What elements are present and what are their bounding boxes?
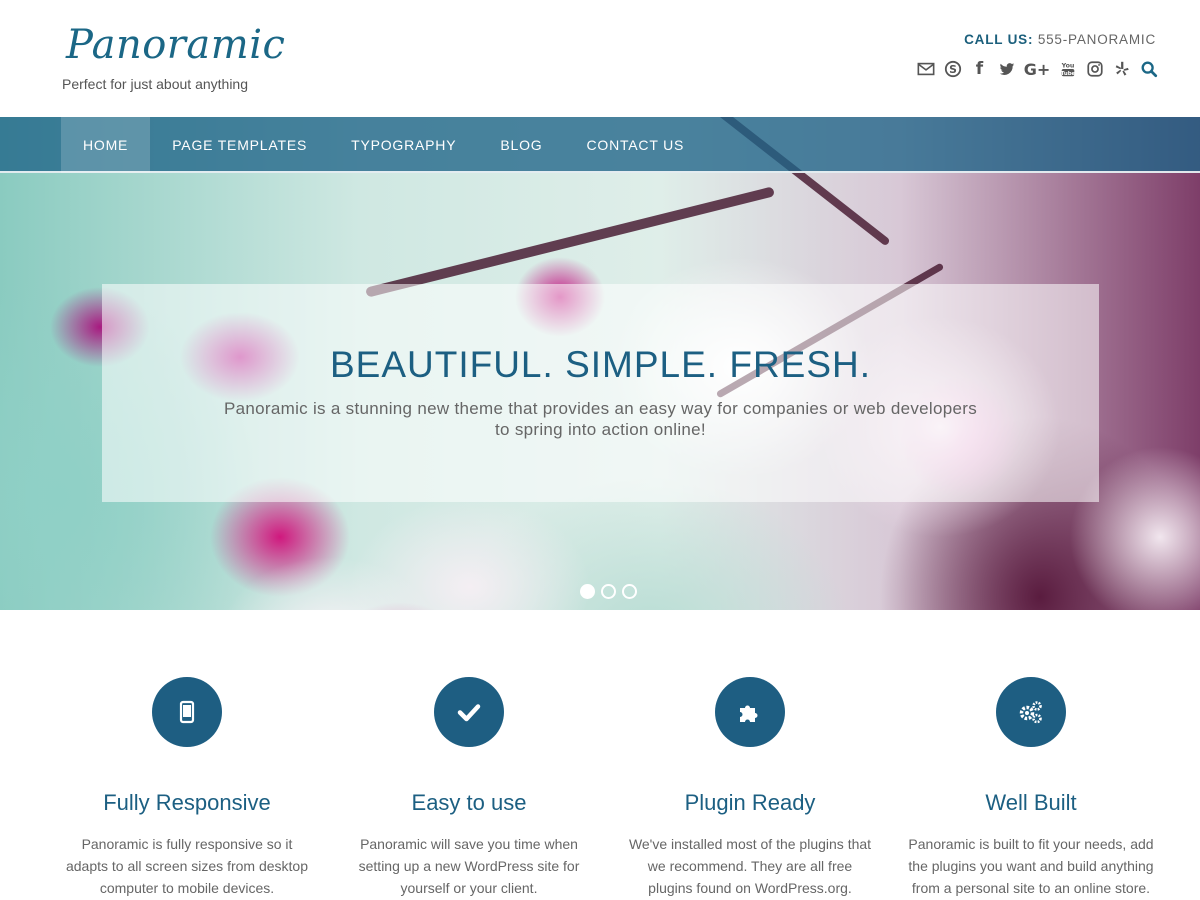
feature-title: Fully Responsive xyxy=(103,790,271,815)
slider-pagination xyxy=(580,584,637,599)
slider-dot-3[interactable] xyxy=(622,584,637,599)
call-us-label: CALL US: xyxy=(964,32,1034,47)
skype-icon[interactable]: S xyxy=(943,58,962,80)
nav-item-contact-us[interactable]: CONTACT US xyxy=(564,117,706,173)
svg-text:You: You xyxy=(1060,63,1074,70)
search-icon[interactable] xyxy=(1139,58,1158,80)
site-logo[interactable]: Panoramic xyxy=(66,22,285,68)
branch-decoration xyxy=(365,186,775,298)
nav-item-page-templates[interactable]: PAGE TEMPLATES xyxy=(150,117,329,173)
feature-icon-circle xyxy=(152,677,222,747)
feature-text: Panoramic is built to fit your needs, ad… xyxy=(908,836,1154,896)
social-links: S f G+ You Tube xyxy=(916,58,1158,80)
nav-item-typography[interactable]: TYPOGRAPHY xyxy=(329,117,478,173)
google-plus-icon[interactable]: G+ xyxy=(1024,58,1051,80)
feature-title: Easy to use xyxy=(411,790,527,815)
feature-title: Well Built xyxy=(985,790,1077,815)
feature-title: Plugin Ready xyxy=(684,790,816,815)
feature-text: We've installed most of the plugins that… xyxy=(628,836,872,896)
feature-icon-circle xyxy=(715,677,785,747)
nav-item-home[interactable]: HOME xyxy=(61,117,151,173)
feature-icon-circle xyxy=(996,677,1066,747)
main-navigation: HOME PAGE TEMPLATES TYPOGRAPHY BLOG CONT… xyxy=(0,117,1200,173)
slide-caption: BEAUTIFUL. SIMPLE. FRESH. Panoramic is a… xyxy=(102,284,1099,502)
yelp-icon[interactable] xyxy=(1112,58,1131,80)
slider-dot-2[interactable] xyxy=(601,584,616,599)
feature-icon-circle xyxy=(434,677,504,747)
call-us-number: 555-PANORAMIC xyxy=(1037,32,1156,47)
svg-text:S: S xyxy=(949,63,957,76)
site-tagline: Perfect for just about anything xyxy=(62,76,248,92)
youtube-icon[interactable]: You Tube xyxy=(1058,58,1077,80)
feature-text: Panoramic will save you time when settin… xyxy=(358,836,580,896)
slider-dot-1[interactable] xyxy=(580,584,595,599)
site-header: Panoramic Perfect for just about anythin… xyxy=(0,0,1200,117)
twitter-icon[interactable] xyxy=(997,58,1016,80)
nav-item-blog[interactable]: BLOG xyxy=(478,117,564,173)
puzzle-icon xyxy=(740,705,758,722)
feature-text: Panoramic is fully responsive so it adap… xyxy=(65,836,308,896)
instagram-icon[interactable] xyxy=(1085,58,1104,80)
tablet-icon xyxy=(179,700,195,724)
checkmark-icon xyxy=(457,704,481,722)
slide-text: Panoramic is a stunning new theme that p… xyxy=(223,399,978,439)
features-section: Fully Responsive Panoramic is fully resp… xyxy=(0,610,1200,900)
svg-text:Tube: Tube xyxy=(1060,71,1075,77)
facebook-icon[interactable]: f xyxy=(970,58,989,80)
envelope-icon[interactable] xyxy=(916,58,935,80)
gears-icon xyxy=(1019,701,1042,724)
slide-title: BEAUTIFUL. SIMPLE. FRESH. xyxy=(329,344,872,385)
call-us: CALL US: 555-PANORAMIC xyxy=(964,32,1156,47)
